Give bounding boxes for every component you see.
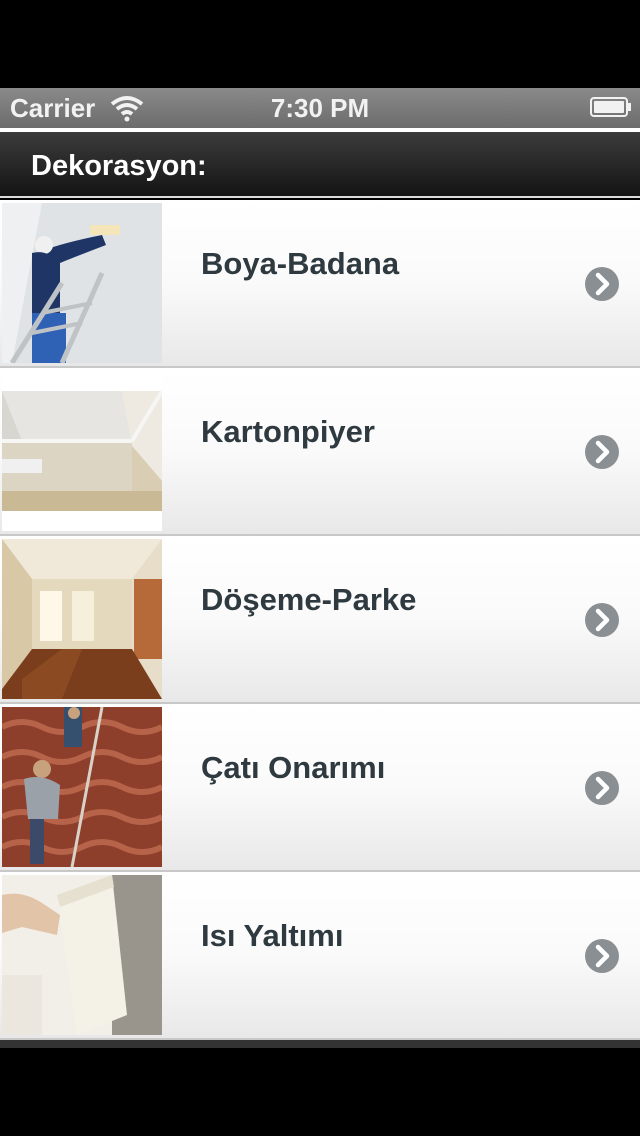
ceiling-molding-photo xyxy=(2,371,162,531)
list-item-isi-yaltimi[interactable]: Isı Yaltımı xyxy=(0,872,640,1040)
painter-on-ladder-photo xyxy=(2,203,162,363)
list-item-doseme-parke[interactable]: Döşeme-Parke xyxy=(0,536,640,704)
list-item-cati-onarimi[interactable]: Çatı Onarımı xyxy=(0,704,640,872)
chevron-right-circle-icon[interactable] xyxy=(584,602,620,638)
chevron-right-circle-icon[interactable] xyxy=(584,938,620,974)
status-bar: Carrier 7:30 PM xyxy=(0,88,640,128)
list-item-kartonpiyer[interactable]: Kartonpiyer xyxy=(0,368,640,536)
wall-insulation-photo xyxy=(2,875,162,1035)
roof-tiles-repair-photo xyxy=(2,707,162,867)
battery-icon xyxy=(590,97,631,117)
top-letterbox xyxy=(0,0,640,88)
bottom-letterbox xyxy=(0,1048,640,1136)
page-title: Dekorasyon: xyxy=(31,150,207,182)
item-label: Isı Yaltımı xyxy=(201,918,344,953)
item-label: Çatı Onarımı xyxy=(201,750,386,785)
navigation-bar: Dekorasyon: xyxy=(0,132,640,198)
category-list: Boya-Badana Kartonpiyer Döşeme-Parke Çat… xyxy=(0,200,640,1040)
chevron-right-circle-icon[interactable] xyxy=(584,434,620,470)
list-item-boya-badana[interactable]: Boya-Badana xyxy=(0,200,640,368)
item-label: Kartonpiyer xyxy=(201,414,375,449)
item-label: Boya-Badana xyxy=(201,246,400,281)
chevron-right-circle-icon[interactable] xyxy=(584,770,620,806)
item-label: Döşeme-Parke xyxy=(201,582,417,617)
bottom-toolbar-edge xyxy=(0,1040,640,1048)
parquet-room-photo xyxy=(2,539,162,699)
chevron-right-circle-icon[interactable] xyxy=(584,266,620,302)
status-time: 7:30 PM xyxy=(270,93,370,123)
